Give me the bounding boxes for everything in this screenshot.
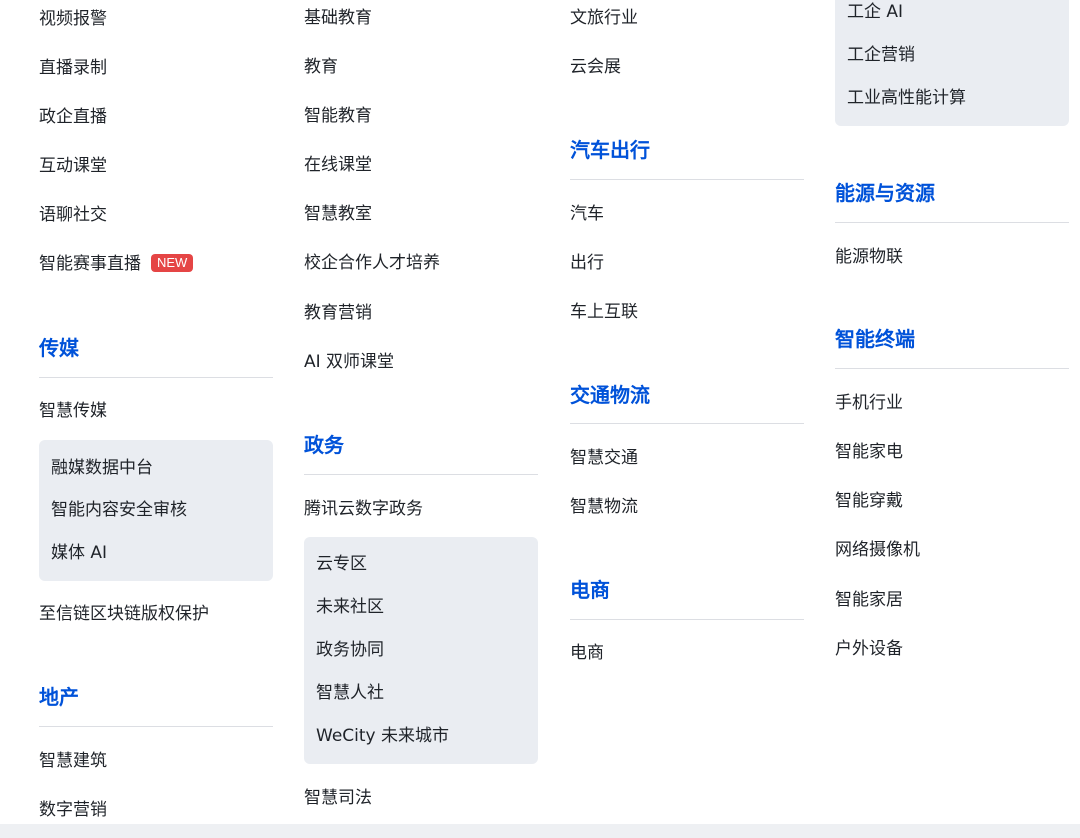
nav-item-outdoor-device[interactable]: 户外设备 — [835, 639, 903, 659]
divider — [570, 619, 804, 620]
nav-item-smart-building[interactable]: 智慧建筑 — [39, 751, 107, 771]
nav-item-smart-classroom[interactable]: 智慧教室 — [304, 204, 372, 224]
section-heading-government: 政务 — [304, 433, 344, 457]
nav-item-video-alarm[interactable]: 视频报警 — [39, 9, 107, 29]
sub-item-media-ai[interactable]: 媒体 AI — [51, 543, 107, 563]
sub-item-gov-collaboration[interactable]: 政务协同 — [316, 640, 384, 660]
nav-item-energy-iot[interactable]: 能源物联 — [835, 247, 903, 267]
sub-item-content-security[interactable]: 智能内容安全审核 — [51, 500, 187, 520]
nav-item-online-class[interactable]: 在线课堂 — [304, 155, 372, 175]
divider — [304, 474, 538, 475]
sub-item-industrial-marketing[interactable]: 工企营销 — [847, 45, 915, 65]
media-submenu: 融媒数据中台 智能内容安全审核 媒体 AI — [39, 440, 273, 581]
sub-item-future-community[interactable]: 未来社区 — [316, 597, 384, 617]
government-submenu: 云专区 未来社区 政务协同 智慧人社 WeCity 未来城市 — [304, 537, 538, 764]
nav-item-education[interactable]: 教育 — [304, 57, 338, 77]
nav-item-interactive-class[interactable]: 互动课堂 — [39, 156, 107, 176]
nav-item-ai-dual-teacher[interactable]: AI 双师课堂 — [304, 352, 394, 372]
nav-item-live-recording[interactable]: 直播录制 — [39, 58, 107, 78]
nav-item-digital-marketing[interactable]: 数字营销 — [39, 800, 107, 820]
divider — [570, 179, 804, 180]
sub-item-wecity[interactable]: WeCity 未来城市 — [316, 726, 449, 746]
nav-item-smart-education[interactable]: 智能教育 — [304, 106, 372, 126]
industry-submenu: 工企 AI 工企营销 工业高性能计算 — [835, 0, 1069, 126]
divider — [570, 423, 804, 424]
nav-item-voice-social[interactable]: 语聊社交 — [39, 205, 107, 225]
nav-item-school-enterprise[interactable]: 校企合作人才培养 — [304, 253, 440, 273]
nav-item-cloud-exhibition[interactable]: 云会展 — [570, 57, 621, 77]
nav-item-smart-sports-live[interactable]: 智能赛事直播 NEW — [39, 254, 194, 274]
nav-item-basic-education[interactable]: 基础教育 — [304, 8, 372, 28]
nav-item-smart-media[interactable]: 智慧传媒 — [39, 401, 107, 421]
new-badge: NEW — [151, 254, 194, 272]
nav-item-smart-home[interactable]: 智能家居 — [835, 590, 903, 610]
nav-item-label: 智能赛事直播 — [39, 254, 141, 274]
nav-item-smart-traffic[interactable]: 智慧交通 — [570, 448, 638, 468]
nav-item-ecommerce[interactable]: 电商 — [570, 643, 604, 663]
sub-item-hpc[interactable]: 工业高性能计算 — [847, 88, 966, 108]
nav-item-blockchain-copyright[interactable]: 至信链区块链版权保护 — [39, 604, 209, 624]
nav-item-mobility[interactable]: 出行 — [570, 253, 604, 273]
divider — [835, 368, 1069, 369]
nav-item-smart-appliance[interactable]: 智能家电 — [835, 442, 903, 462]
nav-item-smart-justice[interactable]: 智慧司法 — [304, 788, 372, 808]
nav-item-education-marketing[interactable]: 教育营销 — [304, 303, 372, 323]
sub-item-cloud-zone[interactable]: 云专区 — [316, 554, 367, 574]
nav-item-connected-car[interactable]: 车上互联 — [570, 302, 638, 322]
divider — [835, 222, 1069, 223]
section-heading-ecommerce: 电商 — [570, 578, 610, 602]
nav-item-automotive[interactable]: 汽车 — [570, 204, 604, 224]
bottom-bar — [0, 824, 1080, 838]
sub-item-smart-hr[interactable]: 智慧人社 — [316, 683, 384, 703]
section-heading-smart-terminal: 智能终端 — [835, 327, 915, 351]
section-heading-auto: 汽车出行 — [570, 138, 650, 162]
nav-item-digital-government[interactable]: 腾讯云数字政务 — [304, 499, 423, 519]
sub-item-industrial-ai[interactable]: 工企 AI — [847, 2, 903, 22]
section-heading-media: 传媒 — [39, 336, 79, 360]
section-heading-energy: 能源与资源 — [835, 181, 935, 205]
nav-item-mobile-industry[interactable]: 手机行业 — [835, 393, 903, 413]
nav-item-wearable[interactable]: 智能穿戴 — [835, 491, 903, 511]
nav-item-network-camera[interactable]: 网络摄像机 — [835, 540, 920, 560]
nav-item-culture-tourism[interactable]: 文旅行业 — [570, 8, 638, 28]
sub-item-media-data-platform[interactable]: 融媒数据中台 — [51, 458, 153, 478]
divider — [39, 726, 273, 727]
section-heading-realestate: 地产 — [39, 685, 79, 709]
nav-item-smart-logistics[interactable]: 智慧物流 — [570, 497, 638, 517]
section-heading-traffic: 交通物流 — [570, 383, 650, 407]
divider — [39, 377, 273, 378]
nav-item-gov-live[interactable]: 政企直播 — [39, 107, 107, 127]
